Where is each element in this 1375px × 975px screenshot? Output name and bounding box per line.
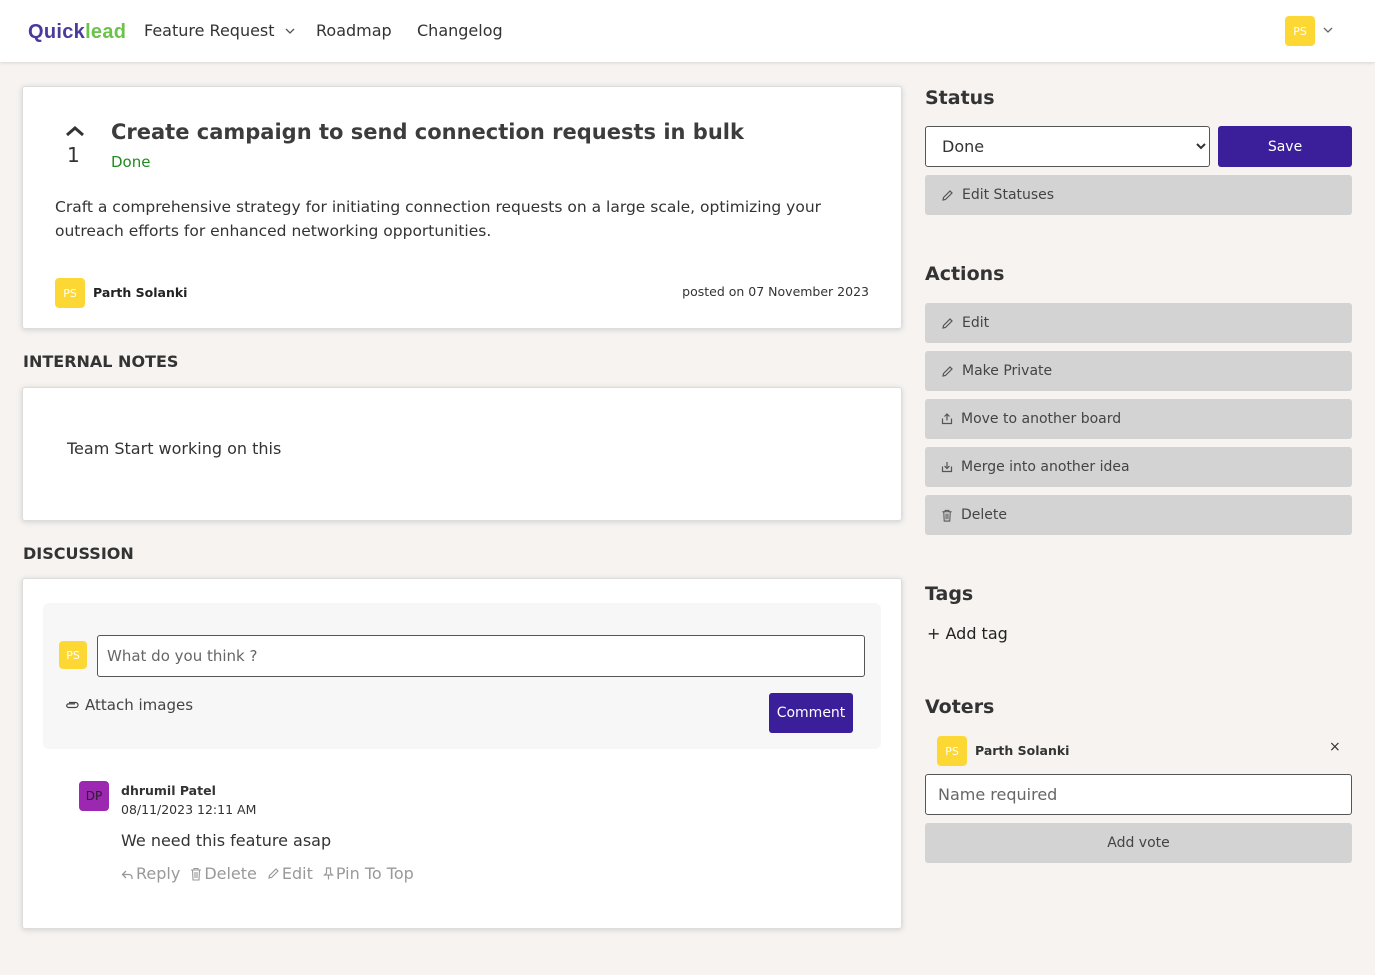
merge-idea-label: Merge into another idea xyxy=(961,459,1130,475)
pencil-icon xyxy=(942,365,953,377)
user-menu-chevron-icon[interactable] xyxy=(1322,24,1334,36)
tags-heading: Tags xyxy=(925,583,974,605)
voter-name: Parth Solanki xyxy=(975,743,1070,758)
composer-avatar: PS xyxy=(59,641,87,669)
save-status-button[interactable]: Save xyxy=(1218,126,1352,167)
nav-roadmap[interactable]: Roadmap xyxy=(316,21,392,40)
pin-to-top-button[interactable]: Pin To Top xyxy=(322,864,414,883)
nav-changelog[interactable]: Changelog xyxy=(417,21,503,40)
voters-heading: Voters xyxy=(925,696,995,718)
internal-notes-card: Team Start working on this xyxy=(22,387,902,521)
post-title: Create campaign to send connection reque… xyxy=(111,120,744,144)
nav-roadmap-label: Roadmap xyxy=(316,21,392,40)
pin-to-top-label: Pin To Top xyxy=(335,864,414,883)
post-description: Craft a comprehensive strategy for initi… xyxy=(55,198,822,240)
delete-post-button[interactable]: Delete xyxy=(925,495,1352,535)
comment-actions: Reply Delete Edit Pin To Top xyxy=(121,864,414,883)
logo-text-lead: lead xyxy=(85,21,127,43)
comment-composer: PS Attach images Comment xyxy=(43,603,881,749)
merge-download-icon xyxy=(941,462,953,473)
reply-label: Reply xyxy=(136,864,181,883)
delete-comment-label: Delete xyxy=(204,864,257,883)
pencil-icon xyxy=(268,868,279,879)
edit-post-label: Edit xyxy=(962,315,990,331)
nav-changelog-label: Changelog xyxy=(417,21,503,40)
status-heading: Status xyxy=(925,87,995,109)
actions-heading: Actions xyxy=(925,263,1005,285)
edit-comment-button[interactable]: Edit xyxy=(267,864,313,883)
attach-images-button[interactable]: Attach images xyxy=(65,696,193,714)
comment-timestamp: 08/11/2023 12:11 AM xyxy=(121,802,257,817)
reply-button[interactable]: Reply xyxy=(121,864,180,883)
pencil-icon xyxy=(942,317,953,329)
make-private-label: Make Private xyxy=(962,363,1053,379)
delete-comment-button[interactable]: Delete xyxy=(190,864,257,883)
discussion-heading: DISCUSSION xyxy=(23,544,134,563)
add-tag-button[interactable]: + Add tag xyxy=(927,624,1008,643)
post-status: Done xyxy=(111,153,151,171)
make-private-button[interactable]: Make Private xyxy=(925,351,1352,391)
top-navbar: Quicklead Feature Request Roadmap Change… xyxy=(0,0,1375,62)
edit-comment-label: Edit xyxy=(281,864,313,883)
nav-feature-request[interactable]: Feature Request xyxy=(144,21,295,40)
status-select[interactable]: Done xyxy=(925,126,1210,167)
logo-text-quick: Quick xyxy=(28,21,86,43)
discussion-card: PS Attach images Comment DP dhrumil Pate… xyxy=(22,578,902,929)
comment-input[interactable] xyxy=(97,635,865,677)
voter-name-input[interactable] xyxy=(925,774,1352,815)
voter-avatar: PS xyxy=(937,736,967,766)
internal-notes-heading: INTERNAL NOTES xyxy=(23,352,179,371)
vote-count: 1 xyxy=(67,143,80,167)
attach-images-label: Attach images xyxy=(85,696,194,714)
move-board-label: Move to another board xyxy=(961,411,1122,427)
commenter-avatar: DP xyxy=(79,781,109,811)
commenter-name: dhrumil Patel xyxy=(121,783,216,798)
internal-note-text: Team Start working on this xyxy=(67,439,282,458)
author-avatar: PS xyxy=(55,278,85,308)
upvote-arrow-icon[interactable] xyxy=(65,125,85,137)
chevron-down-icon xyxy=(285,28,295,34)
quicklead-logo[interactable]: Quicklead xyxy=(28,21,126,44)
comment-button[interactable]: Comment xyxy=(769,693,853,733)
merge-idea-button[interactable]: Merge into another idea xyxy=(925,447,1352,487)
edit-statuses-label: Edit Statuses xyxy=(962,187,1055,203)
author-name: Parth Solanki xyxy=(93,285,188,300)
trash-icon xyxy=(191,867,202,881)
user-avatar[interactable]: PS xyxy=(1285,16,1315,46)
reply-icon xyxy=(121,870,133,879)
delete-post-label: Delete xyxy=(961,507,1007,523)
posted-date: posted on 07 November 2023 xyxy=(682,284,869,299)
move-board-button[interactable]: Move to another board xyxy=(925,399,1352,439)
paperclip-icon xyxy=(66,701,79,709)
pencil-icon xyxy=(942,189,953,201)
remove-voter-icon[interactable]: × xyxy=(1329,739,1341,755)
add-vote-button[interactable]: Add vote xyxy=(925,823,1352,863)
edit-post-button[interactable]: Edit xyxy=(925,303,1352,343)
share-upload-icon xyxy=(941,413,953,425)
nav-feature-request-label: Feature Request xyxy=(144,21,275,40)
pin-icon xyxy=(322,867,334,880)
trash-icon xyxy=(942,509,952,522)
post-card: 1 Create campaign to send connection req… xyxy=(22,86,902,329)
edit-statuses-button[interactable]: Edit Statuses xyxy=(925,175,1352,215)
comment-text: We need this feature asap xyxy=(121,831,332,850)
